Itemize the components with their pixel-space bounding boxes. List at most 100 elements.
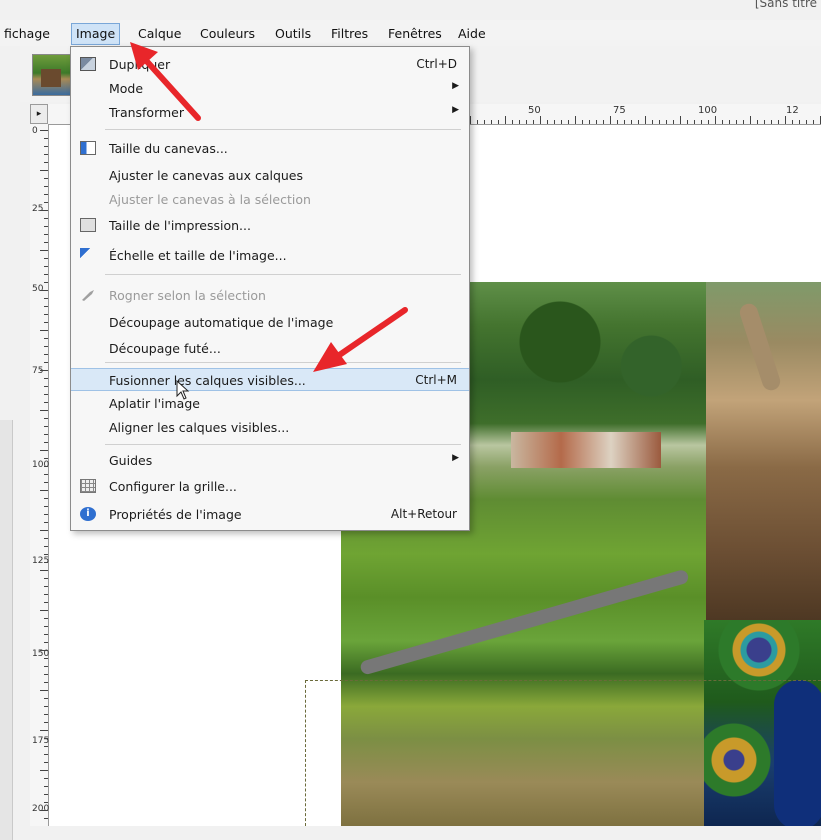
submenu-arrow-icon: ▶ (452, 453, 459, 463)
ruler-tick (484, 120, 485, 124)
ruler-tick (680, 116, 681, 124)
image-thumbnail[interactable] (32, 54, 72, 96)
ruler-tick (44, 362, 48, 363)
ruler-tick (44, 786, 48, 787)
ruler-tick (750, 116, 751, 124)
menu-item-label: Découpage futé... (109, 341, 221, 356)
ruler-tick (722, 120, 723, 124)
menu-item-aligner-calques[interactable]: Aligner les calques visibles... (71, 416, 469, 439)
ruler-tick (44, 738, 48, 739)
ruler-tick (44, 634, 48, 635)
crop-icon (80, 288, 96, 302)
ruler-label-50: 50 (528, 105, 541, 116)
menu-item-taille-canevas[interactable]: Taille du canevas... (71, 137, 469, 160)
menu-item-taille-impression[interactable]: Taille de l'impression... (71, 214, 469, 237)
ruler-tick (44, 218, 48, 219)
peacock-neck (774, 680, 821, 826)
menu-item-label: Configurer la grille... (109, 479, 237, 494)
menu-item-guides[interactable]: Guides ▶ (71, 449, 469, 472)
menu-outils[interactable]: Outils (271, 24, 315, 44)
ruler-tick (40, 610, 48, 611)
ruler-tick (617, 120, 618, 124)
menu-separator (105, 444, 461, 445)
ruler-tick (44, 682, 48, 683)
ruler-tick (792, 120, 793, 124)
menu-item-label: Ajuster le canevas aux calques (109, 168, 304, 183)
vruler-label: 0 (32, 126, 38, 136)
ruler-tick (694, 120, 695, 124)
vruler-label: 100 (32, 460, 50, 470)
menu-item-echelle-image[interactable]: Échelle et taille de l'image... (71, 244, 469, 267)
ruler-tick (40, 650, 48, 651)
ruler-label-100: 100 (698, 105, 718, 116)
ruler-tick (44, 794, 48, 795)
ruler-tick (44, 402, 48, 403)
vertical-ruler[interactable]: 0 25 50 75 100 125 150 175 200 (30, 124, 49, 826)
ruler-tick (603, 120, 604, 124)
ruler-tick (44, 338, 48, 339)
ruler-tick (44, 586, 48, 587)
ruler-tick (743, 120, 744, 124)
menu-item-configurer-grille[interactable]: Configurer la grille... (71, 475, 469, 498)
ruler-tick (40, 490, 48, 491)
ruler-tick (596, 120, 597, 124)
ruler-tick (44, 538, 48, 539)
menu-item-label: Rogner selon la sélection (109, 288, 266, 303)
ruler-tick (44, 202, 48, 203)
menu-separator (105, 129, 461, 130)
ruler-tick (40, 130, 48, 131)
ruler-tick (44, 562, 48, 563)
ruler-tick (813, 120, 814, 124)
ruler-tick (44, 706, 48, 707)
ruler-tick (652, 120, 653, 124)
menu-affichage[interactable]: fichage (0, 24, 54, 44)
ruler-tick (40, 770, 48, 771)
menu-aide[interactable]: Aide (454, 24, 490, 44)
ruler-tick (547, 120, 548, 124)
ruler-tick (610, 116, 611, 124)
annotation-arrow-icon (130, 42, 201, 121)
canvas-size-icon (80, 141, 96, 155)
menu-fenetres[interactable]: Fenêtres (384, 24, 446, 44)
menu-filtres[interactable]: Filtres (327, 24, 372, 44)
ruler-tick (40, 170, 48, 171)
ruler-tick (44, 482, 48, 483)
yak-layer[interactable] (706, 282, 821, 620)
ruler-tick (526, 120, 527, 124)
ruler-tick (44, 162, 48, 163)
ruler-tick (40, 210, 48, 211)
ruler-tick (44, 386, 48, 387)
ruler-tick (44, 466, 48, 467)
country-road (359, 568, 690, 676)
shortcut-label: Ctrl+M (415, 373, 457, 387)
ruler-tick (575, 116, 576, 124)
ruler-tick (44, 506, 48, 507)
ruler-tick (44, 138, 48, 139)
menu-item-label: Ajuster le canevas à la sélection (109, 192, 311, 207)
left-panel-edge (0, 420, 13, 840)
menu-item-ajuster-calques[interactable]: Ajuster le canevas aux calques (71, 164, 469, 187)
ruler-tick (44, 378, 48, 379)
vruler-label: 125 (32, 556, 50, 566)
ruler-tick (540, 116, 541, 124)
menu-item-label: Fusionner les calques visibles... (109, 373, 306, 388)
vruler-label: 50 (32, 284, 44, 294)
ruler-tick (44, 474, 48, 475)
menu-item-proprietes-image[interactable]: i Propriétés de l'image Alt+Retour (71, 503, 469, 526)
ruler-tick (533, 120, 534, 124)
peacock-layer[interactable] (704, 620, 821, 826)
ruler-tick (40, 330, 48, 331)
ruler-tick (44, 282, 48, 283)
ruler-tick (561, 120, 562, 124)
menu-item-label: Propriétés de l'image (109, 507, 242, 522)
shortcut-label: Alt+Retour (390, 507, 457, 521)
menu-image[interactable]: Image (71, 23, 121, 45)
submenu-arrow-icon: ▶ (452, 105, 459, 115)
ruler-tick (40, 730, 48, 731)
ruler-tick (519, 120, 520, 124)
menu-item-aplatir[interactable]: Aplatir l'image (71, 392, 469, 415)
quick-mask-toggle[interactable]: ▸ (30, 104, 48, 124)
menu-item-ajuster-selection: Ajuster le canevas à la sélection (71, 188, 469, 211)
mouse-cursor-icon (176, 380, 190, 400)
ruler-tick (44, 522, 48, 523)
